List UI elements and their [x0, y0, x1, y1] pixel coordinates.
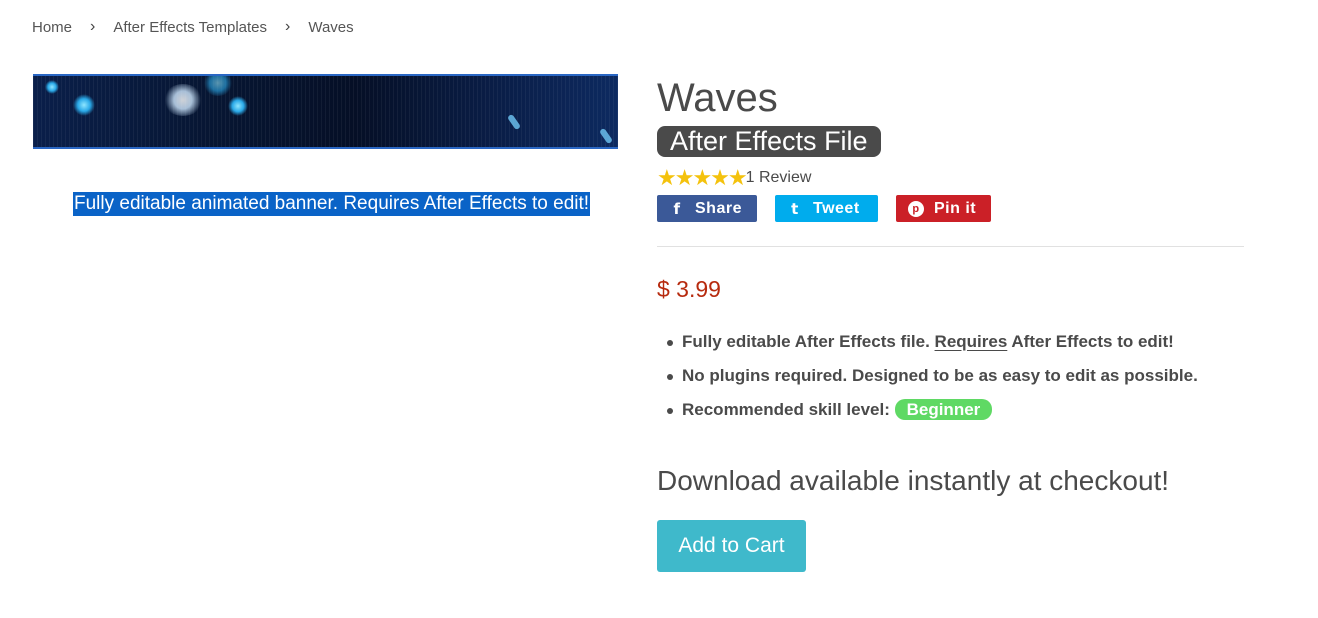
banner-caption: Fully editable animated banner. Requires…	[73, 192, 591, 216]
feature-item-text: Recommended skill level:	[682, 400, 895, 419]
star-rating-icon: ★★★★★	[657, 165, 748, 190]
pinterest-pin-button[interactable]: p Pin it	[896, 195, 991, 222]
feature-item: Fully editable After Effects file. Requi…	[667, 330, 1198, 364]
breadcrumb-category-link[interactable]: After Effects Templates	[113, 19, 267, 36]
facebook-share-button[interactable]: f Share	[657, 195, 757, 222]
feature-item-text: Fully editable After Effects file.	[682, 332, 935, 351]
pin-label: Pin it	[934, 199, 977, 217]
twitter-icon: t	[791, 199, 799, 218]
breadcrumb-separator-icon: ›	[285, 18, 291, 35]
review-count[interactable]: 1 Review	[746, 169, 812, 187]
requires-link[interactable]: Requires	[935, 332, 1008, 351]
share-label: Share	[695, 199, 742, 217]
feature-list: Fully editable After Effects file. Requi…	[667, 330, 1198, 432]
tweet-label: Tweet	[813, 199, 860, 217]
twitter-tweet-button[interactable]: t Tweet	[775, 195, 878, 222]
skill-level-badge: Beginner	[894, 399, 993, 420]
feature-item-text: After Effects to edit!	[1007, 332, 1174, 351]
product-rating[interactable]: ★★★★★ 1 Review	[657, 165, 812, 190]
product-title: Waves	[657, 76, 778, 120]
product-price: $ 3.99	[657, 276, 721, 302]
product-banner-image	[33, 74, 618, 149]
divider	[657, 246, 1244, 247]
social-share-bar: f Share t Tweet p Pin it	[657, 195, 991, 222]
feature-item: Recommended skill level: Beginner	[667, 398, 1198, 432]
add-to-cart-button[interactable]: Add to Cart	[657, 520, 806, 572]
breadcrumb: Home › After Effects Templates › Waves	[32, 18, 354, 36]
file-type-badge: After Effects File	[657, 126, 881, 157]
breadcrumb-home-link[interactable]: Home	[32, 19, 72, 36]
download-notice: Download available instantly at checkout…	[657, 465, 1170, 496]
breadcrumb-separator-icon: ›	[90, 18, 96, 35]
facebook-icon: f	[673, 199, 681, 218]
pinterest-icon: p	[908, 200, 924, 217]
breadcrumb-current: Waves	[308, 18, 354, 36]
feature-item-text: No plugins required. Designed to be as e…	[682, 366, 1198, 385]
feature-item: No plugins required. Designed to be as e…	[667, 364, 1198, 398]
